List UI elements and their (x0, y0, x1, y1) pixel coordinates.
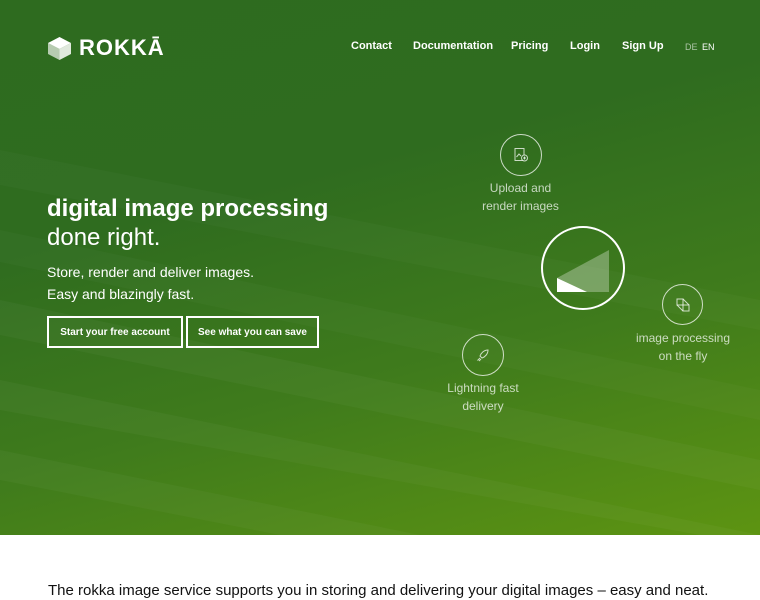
language-en[interactable]: EN (702, 42, 715, 52)
render-preview-circle (541, 226, 625, 310)
image-processing-icon (676, 298, 689, 311)
delivery-feature-line2: delivery (462, 399, 504, 413)
nav-pricing[interactable]: Pricing (511, 40, 548, 52)
rocket-icon (477, 349, 489, 362)
see-savings-button[interactable]: See what you can save (186, 316, 319, 348)
start-free-account-button[interactable]: Start your free account (47, 316, 183, 348)
hero-title: digital image processing done right. (47, 194, 328, 252)
upload-feature-label: Upload and render images (470, 179, 571, 215)
nav-login[interactable]: Login (570, 40, 600, 52)
nav-contact[interactable]: Contact (351, 40, 392, 52)
nav-documentation[interactable]: Documentation (413, 40, 493, 52)
delivery-feature-circle (462, 334, 504, 376)
upload-feature-circle (500, 134, 542, 176)
hero-section: ROKKĀ Contact Documentation Pricing Logi… (0, 0, 760, 535)
language-de[interactable]: DE (685, 42, 698, 52)
hero-subtitle-line1: Store, render and deliver images. (47, 264, 254, 280)
image-upload-icon (514, 148, 528, 162)
upload-feature-line1: Upload and (489, 181, 552, 195)
upload-feature-line2: render images (482, 199, 559, 213)
image-render-icon (557, 250, 609, 292)
hero-title-regular: done right. (47, 224, 161, 251)
delivery-feature-line1: Lightning fast (447, 381, 519, 395)
hero-subtitle-line2: Easy and blazingly fast. (47, 286, 195, 302)
hero-title-bold: digital image processing (47, 195, 329, 222)
processing-feature-line1: image processing (635, 331, 731, 345)
processing-feature-line2: on the fly (658, 349, 708, 363)
intro-tagline: The rokka image service supports you in … (48, 582, 709, 599)
hero-subtitle: Store, render and deliver images. Easy a… (47, 261, 254, 305)
processing-feature-circle (662, 284, 703, 325)
nav-sign-up[interactable]: Sign Up (622, 40, 664, 52)
main-nav: Contact Documentation Pricing Login Sign… (0, 40, 760, 54)
processing-feature-label: image processing on the fly (628, 329, 738, 365)
delivery-feature-label: Lightning fast delivery (438, 379, 528, 415)
